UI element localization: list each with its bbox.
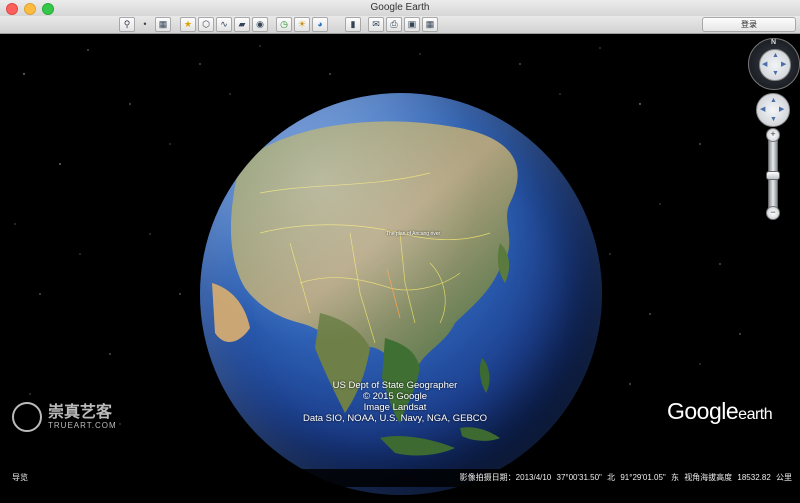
look-down-arrow-icon[interactable]: ▼ [772,70,779,77]
look-right-arrow-icon[interactable]: ▶ [781,61,786,68]
longitude-readout: 91°29'01.05" 东 [620,473,679,482]
view-in-maps-icon[interactable]: ▦ [422,17,438,32]
historical-imagery-icon[interactable]: ◷ [276,17,292,32]
toolbar-group-draw: ★ ⬡ ∿ ▰ ◉ [180,17,268,32]
toolbar-group-ruler: ▮ [345,17,361,32]
save-image-icon[interactable]: ▣ [404,17,420,32]
continents-layer [212,121,518,456]
imagery-attribution: US Dept of State Geographer © 2015 Googl… [290,380,500,424]
arabia-landmass [212,283,250,343]
sidebar-panel-icon[interactable]: ▦ [155,17,171,32]
look-up-arrow-icon[interactable]: ▲ [772,52,779,59]
planet-icon[interactable]: ◕ [312,17,328,32]
watermark-text: 崇真艺客 [48,403,113,421]
login-button[interactable]: 登录 [702,17,796,32]
google-earth-logo: Googleearth [667,398,773,425]
look-left-arrow-icon[interactable]: ◀ [762,61,767,68]
tour-status: 导览 [12,473,28,482]
pan-down-arrow-icon[interactable]: ▼ [770,116,777,123]
pan-right-arrow-icon[interactable]: ▶ [779,106,784,113]
look-joystick[interactable]: ▲ ▼ ◀ ▶ [759,49,791,81]
window-title: Google Earth [370,2,430,13]
record-tour-icon[interactable]: ◉ [252,17,268,32]
toolbar: ⚲ • ▦ ★ ⬡ ∿ ▰ ◉ ◷ ☀ ◕ ▮ ✉ ⎙ ▣ ▦ 登录 [0,16,800,34]
indonesia-islands [380,427,500,456]
attribution-line: Image Landsat [363,402,427,413]
ruler-icon[interactable]: ▮ [345,17,361,32]
pan-joystick[interactable]: ▲ ▼ ◀ ▶ [756,93,790,127]
logo-word-google: Google [667,398,739,424]
toolbar-group-share: ✉ ⎙ ▣ ▦ [368,17,438,32]
toolbar-group-view: ◷ ☀ ◕ [276,17,328,32]
email-icon[interactable]: ✉ [368,17,384,32]
attribution-line: © 2015 Google [362,391,428,402]
earth-globe[interactable] [200,93,602,495]
image-overlay-icon[interactable]: ▰ [234,17,250,32]
sunlight-icon[interactable]: ☀ [294,17,310,32]
elevation-readout: 视角海拔高度 18532.82 公里 [684,473,792,482]
attribution-line: US Dept of State Geographer [332,380,458,391]
imagery-date: 影像拍摄日期：2013/4/10 [459,473,552,482]
toolbar-group-panels: ⚲ • ▦ [119,17,171,32]
watermark-subtext: TRUEART.COM [48,420,117,430]
title-bar: Google Earth [0,0,800,17]
status-bar: 导览 影像拍摄日期：2013/4/10 37°00'31.50" 北 91°29… [0,469,800,487]
path-icon[interactable]: ∿ [216,17,232,32]
zoom-out-button[interactable]: − [766,206,780,220]
zoom-in-button[interactable]: + [766,128,780,142]
pan-up-arrow-icon[interactable]: ▲ [770,97,777,104]
pan-left-arrow-icon[interactable]: ◀ [760,106,765,113]
watermark-logo-icon [12,402,42,432]
zoom-slider-handle[interactable] [766,171,780,180]
asia-landmass [230,121,518,368]
sidebar-toggle-icon[interactable]: • [137,17,153,32]
attribution-line: Data SIO, NOAA, U.S. Navy, NGA, GEBCO [302,413,488,424]
logo-word-earth: earth [738,406,773,423]
north-indicator[interactable]: N [771,39,776,46]
look-navigation-ring[interactable]: N ▲ ▼ ◀ ▶ [748,38,800,90]
status-readout: 影像拍摄日期：2013/4/10 37°00'31.50" 北 91°29'01… [460,469,792,487]
placemark-label[interactable]: The plan of Ancang river [386,231,440,237]
search-toggle-icon[interactable]: ⚲ [119,17,135,32]
placemark-icon[interactable]: ★ [180,17,196,32]
latitude-readout: 37°00'31.50" 北 [556,473,616,482]
polygon-icon[interactable]: ⬡ [198,17,214,32]
print-icon[interactable]: ⎙ [386,17,402,32]
watermark: 崇真艺客 TRUEART.COM [12,402,117,432]
